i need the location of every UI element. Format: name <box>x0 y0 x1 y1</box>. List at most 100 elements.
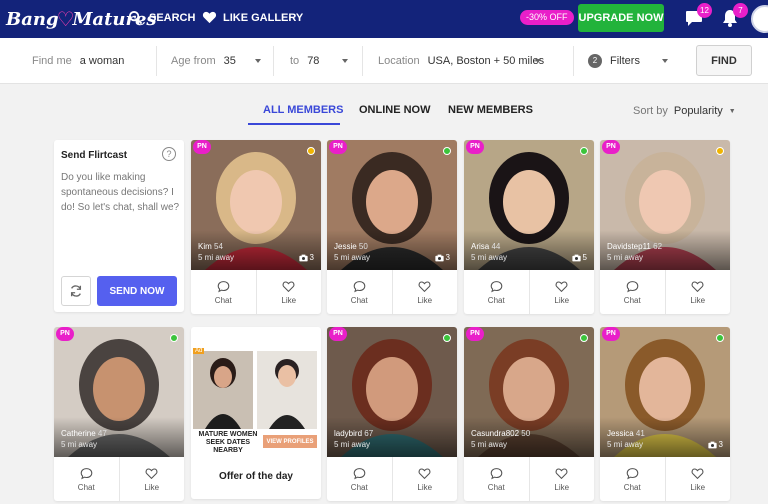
search-nav-link[interactable]: SEARCH <box>128 10 195 25</box>
chat-button[interactable]: Chat <box>327 457 392 501</box>
pn-badge: PN <box>56 327 74 341</box>
offer-of-the-day: Offer of the day <box>219 471 293 482</box>
member-name: Jessie <box>334 242 357 251</box>
member-card[interactable]: Casundra802 50 5 mi away PN Chat Like <box>464 327 594 501</box>
user-avatar[interactable] <box>751 5 768 33</box>
age-to-filter[interactable]: to 78 <box>290 38 319 84</box>
tab-online-now[interactable]: ONLINE NOW <box>359 104 431 116</box>
member-name-age: ladybird 67 <box>334 429 373 438</box>
flirtcast-card: Send Flirtcast ? Do you like making spon… <box>54 140 184 312</box>
age-to-value: 78 <box>307 55 320 67</box>
messages-count-badge: 12 <box>697 3 712 18</box>
like-button[interactable]: Like <box>255 270 322 314</box>
tab-new-members[interactable]: NEW MEMBERS <box>448 104 533 116</box>
like-button[interactable]: Like <box>664 270 731 314</box>
ad-card[interactable]: Ad MATURE WOMEN SEEK DATES NEARBY VIEW P… <box>191 327 321 499</box>
filters-label: Filters <box>610 55 640 67</box>
view-profiles-button[interactable]: VIEW PROFILES <box>263 435 317 448</box>
age-to-chevron-down-icon[interactable] <box>342 59 348 63</box>
member-distance: 5 mi away <box>334 440 371 449</box>
camera-icon <box>434 254 444 261</box>
like-button[interactable]: Like <box>391 270 458 314</box>
photo-count: 3 <box>434 253 450 262</box>
like-button[interactable]: Like <box>528 457 595 501</box>
member-card[interactable]: Catherine 47 5 mi away PN Chat Like <box>54 327 184 501</box>
like-label: Like <box>554 482 570 492</box>
location-label: Location <box>378 55 420 67</box>
photo-count: 5 <box>571 253 587 262</box>
like-label: Like <box>281 295 297 305</box>
like-button[interactable]: Like <box>391 457 458 501</box>
refresh-message-button[interactable] <box>61 276 91 306</box>
location-filter[interactable]: Location USA, Boston + 50 miles <box>378 38 544 84</box>
chat-button[interactable]: Chat <box>54 457 119 501</box>
chat-button[interactable]: Chat <box>600 457 665 501</box>
chat-button[interactable]: Chat <box>464 270 529 314</box>
find-button[interactable]: FIND <box>696 45 752 76</box>
member-card[interactable]: Jessie 50 5 mi away 3 PN Chat Like <box>327 140 457 314</box>
sort-by-dropdown[interactable]: Sort by Popularity ▼ <box>633 105 736 117</box>
help-icon[interactable]: ? <box>162 147 176 161</box>
age-from-chevron-down-icon[interactable] <box>255 59 261 63</box>
send-now-button[interactable]: SEND NOW <box>97 276 177 306</box>
member-name-age: Arisa 44 <box>471 242 500 251</box>
chevron-down-icon: ▼ <box>728 107 736 115</box>
divider <box>362 46 363 76</box>
member-photo[interactable]: Casundra802 50 5 mi away <box>464 327 594 457</box>
camera-icon <box>707 441 717 448</box>
like-button[interactable]: Like <box>528 270 595 314</box>
member-distance: 5 mi away <box>607 440 644 449</box>
member-photo[interactable]: Kim 54 5 mi away 3 <box>191 140 321 270</box>
filters-chevron-down-icon[interactable] <box>662 59 668 63</box>
find-me-filter[interactable]: Find me a woman <box>32 38 124 84</box>
filters-button[interactable]: 2 Filters <box>588 38 640 84</box>
member-photo[interactable]: Arisa 44 5 mi away 5 <box>464 140 594 270</box>
location-chevron-down-icon[interactable] <box>535 59 541 63</box>
chat-label: Chat <box>623 482 641 492</box>
camera-icon <box>298 254 308 261</box>
member-age: 67 <box>364 429 374 438</box>
status-indicator <box>716 147 724 155</box>
member-name-age: Casundra802 50 <box>471 429 530 438</box>
status-indicator <box>443 334 451 342</box>
status-indicator <box>443 147 451 155</box>
heart-outline-icon <box>418 468 431 479</box>
member-name: Arisa <box>471 242 490 251</box>
chat-button[interactable]: Chat <box>327 270 392 314</box>
member-photo[interactable]: Catherine 47 5 mi away <box>54 327 184 457</box>
logo-text-left: Bang <box>6 8 59 30</box>
heart-icon <box>202 11 217 24</box>
member-photo[interactable]: Jessica 41 5 mi away 3 <box>600 327 730 457</box>
like-button[interactable]: Like <box>118 457 185 501</box>
pn-badge: PN <box>329 140 347 154</box>
chat-icon <box>217 280 230 292</box>
member-actions: Chat Like <box>327 270 457 314</box>
search-filter-bar: Find me a woman Age from 35 to 78 Locati… <box>0 38 768 84</box>
chat-button[interactable]: Chat <box>600 270 665 314</box>
member-card[interactable]: Kim 54 5 mi away 3 PN Chat Like <box>191 140 321 314</box>
search-icon <box>128 10 143 25</box>
member-distance: 5 mi away <box>334 253 371 262</box>
tab-all-members[interactable]: ALL MEMBERS <box>263 104 343 116</box>
member-photo[interactable]: Davidstep11 62 5 mi away <box>600 140 730 270</box>
member-card[interactable]: Davidstep11 62 5 mi away PN Chat Like <box>600 140 730 314</box>
like-gallery-nav-link[interactable]: LIKE GALLERY <box>202 10 303 25</box>
chat-button[interactable]: Chat <box>191 270 256 314</box>
divider <box>573 46 574 76</box>
member-photo[interactable]: Jessie 50 5 mi away 3 <box>327 140 457 270</box>
age-from-filter[interactable]: Age from 35 <box>171 38 236 84</box>
member-card[interactable]: ladybird 67 5 mi away PN Chat Like <box>327 327 457 501</box>
chat-button[interactable]: Chat <box>464 457 529 501</box>
member-card[interactable]: Jessica 41 5 mi away 3 PN Chat Like <box>600 327 730 501</box>
like-button[interactable]: Like <box>664 457 731 501</box>
member-card[interactable]: Arisa 44 5 mi away 5 PN Chat Like <box>464 140 594 314</box>
messages-button[interactable]: 12 <box>684 3 712 28</box>
upgrade-now-button[interactable]: UPGRADE NOW <box>578 4 664 32</box>
like-label: Like <box>417 295 433 305</box>
member-actions: Chat Like <box>600 270 730 314</box>
member-photo[interactable]: ladybird 67 5 mi away <box>327 327 457 457</box>
member-actions: Chat Like <box>54 457 184 501</box>
chat-icon <box>80 467 93 479</box>
find-me-label: Find me <box>32 55 72 67</box>
notifications-button[interactable]: 7 <box>720 3 748 28</box>
